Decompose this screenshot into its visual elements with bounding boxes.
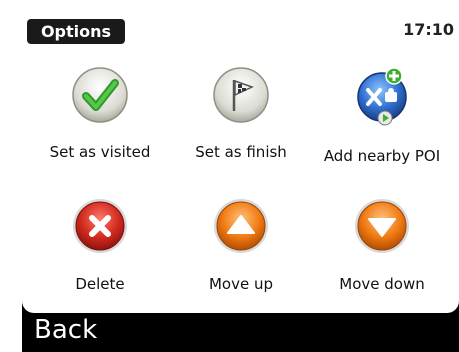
- clock-time: 17:10: [403, 20, 454, 39]
- add-poi-icon: [352, 64, 412, 128]
- checkmark-icon: [71, 66, 129, 124]
- item-label: Add nearby POI: [323, 147, 441, 165]
- item-label: Set as visited: [49, 143, 151, 161]
- set-as-finish-button[interactable]: Set as finish: [173, 66, 309, 186]
- device-screen: Options 17:10 Set as visited Set as fini…: [22, 14, 459, 352]
- arrow-up-icon: [212, 197, 270, 255]
- move-down-button[interactable]: Move down: [314, 197, 450, 297]
- set-as-visited-button[interactable]: Set as visited: [32, 66, 168, 186]
- delete-icon: [71, 197, 129, 255]
- item-label: Delete: [75, 275, 125, 293]
- finish-flag-icon: [212, 66, 270, 124]
- item-label: Set as finish: [195, 143, 287, 161]
- add-nearby-poi-button[interactable]: Add nearby POI: [314, 64, 450, 186]
- back-button[interactable]: Back: [34, 315, 97, 345]
- item-label: Move down: [339, 275, 425, 293]
- item-label: Move up: [208, 275, 274, 293]
- options-panel: Options 17:10 Set as visited Set as fini…: [22, 14, 459, 313]
- move-up-button[interactable]: Move up: [173, 197, 309, 297]
- page-title: Options: [27, 19, 125, 44]
- arrow-down-icon: [353, 197, 411, 255]
- delete-button[interactable]: Delete: [32, 197, 168, 297]
